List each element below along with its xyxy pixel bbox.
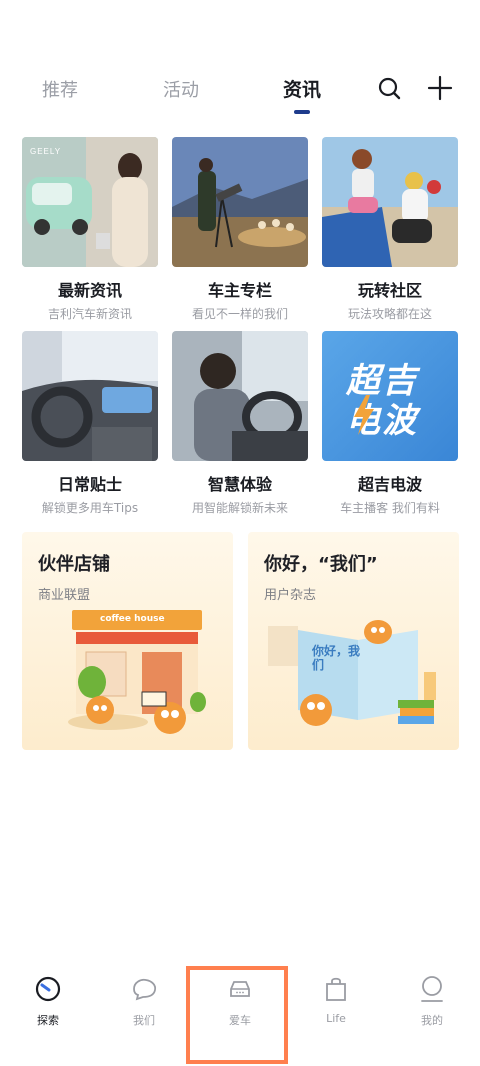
nav-label: 我们 [133, 1014, 155, 1027]
card-subtitle: 商业联盟 [38, 588, 91, 603]
smart-experience-image [172, 331, 308, 461]
tab-news[interactable]: 资讯 [283, 75, 321, 102]
card-subtitle: 吉利汽车新资讯 [47, 307, 132, 321]
nav-life[interactable]: Life [288, 974, 384, 1025]
nav-label: Life [326, 1012, 346, 1025]
daily-tips-image [22, 331, 158, 461]
coffee-house-sign: coffee house [100, 614, 165, 624]
nav-us[interactable]: 我们 [96, 974, 192, 1028]
card-title: 最新资讯 [57, 281, 122, 300]
highlight-box [186, 966, 288, 1064]
card-subtitle: 用智能解锁新未来 [191, 501, 288, 515]
nav-explore[interactable]: 探索 [0, 974, 96, 1028]
owner-column-image [172, 137, 308, 267]
card-title: 智慧体验 [207, 475, 272, 494]
top-tab-bar: 推荐 活动 资讯 [0, 60, 480, 120]
community-image [322, 137, 458, 267]
card-latest-news[interactable]: GEELY 最新资讯 吉利汽车新资讯 [22, 137, 158, 322]
card-subtitle: 玩法攻略都在这 [347, 307, 432, 321]
explore-icon [35, 976, 61, 1002]
search-icon[interactable] [376, 74, 404, 102]
nav-label: 我的 [421, 1014, 443, 1027]
tab-activity[interactable]: 活动 [163, 76, 199, 102]
lightning-icon [354, 395, 374, 435]
card-title: 超吉电波 [357, 475, 422, 494]
card-partner-stores[interactable]: 伙伴店铺 商业联盟 coffee house [22, 532, 233, 750]
magazine-illustration [268, 620, 436, 726]
card-user-magazine[interactable]: 你好，“我们” 用户杂志 你好，我们 [248, 532, 459, 750]
brand-logo: GEELY [30, 147, 62, 156]
plus-icon[interactable] [426, 74, 454, 102]
card-title: 日常贴士 [57, 475, 122, 494]
card-title: 你好，“我们” [264, 554, 378, 575]
card-smart-experience[interactable]: 智慧体验 用智能解锁新未来 [172, 331, 308, 516]
card-subtitle: 用户杂志 [264, 588, 317, 603]
page: 推荐 活动 资讯 GEELY 最新资讯 吉利汽车新资讯 车主专栏 看见不一样的我… [0, 0, 480, 1066]
coffee-shop-illustration [68, 610, 206, 734]
card-title: 伙伴店铺 [38, 554, 110, 575]
card-geely-radio[interactable]: 超吉 电波 超吉电波 车主播客 我们有料 [322, 331, 458, 516]
card-subtitle: 解锁更多用车Tips [41, 501, 139, 515]
magazine-book-text: 你好，我们 [312, 644, 361, 672]
geely-radio-image: 超吉 电波 [322, 331, 458, 461]
card-title: 玩转社区 [357, 281, 422, 300]
tab-recommend[interactable]: 推荐 [42, 76, 78, 102]
card-subtitle: 看见不一样的我们 [191, 307, 288, 321]
latest-news-image: GEELY [22, 137, 158, 267]
card-owner-column[interactable]: 车主专栏 看见不一样的我们 [172, 137, 308, 322]
card-title: 车主专栏 [207, 281, 272, 300]
card-community[interactable]: 玩转社区 玩法攻略都在这 [322, 137, 458, 322]
card-subtitle: 车主播客 我们有料 [340, 501, 440, 515]
nav-label: 探索 [37, 1014, 59, 1027]
shopping-bag-icon [326, 977, 346, 1001]
active-tab-indicator [294, 110, 310, 114]
nav-profile[interactable]: 我的 [384, 974, 480, 1028]
chat-bubble-icon [133, 978, 157, 1001]
person-icon [421, 976, 443, 1002]
card-daily-tips[interactable]: 日常贴士 解锁更多用车Tips [22, 331, 158, 516]
